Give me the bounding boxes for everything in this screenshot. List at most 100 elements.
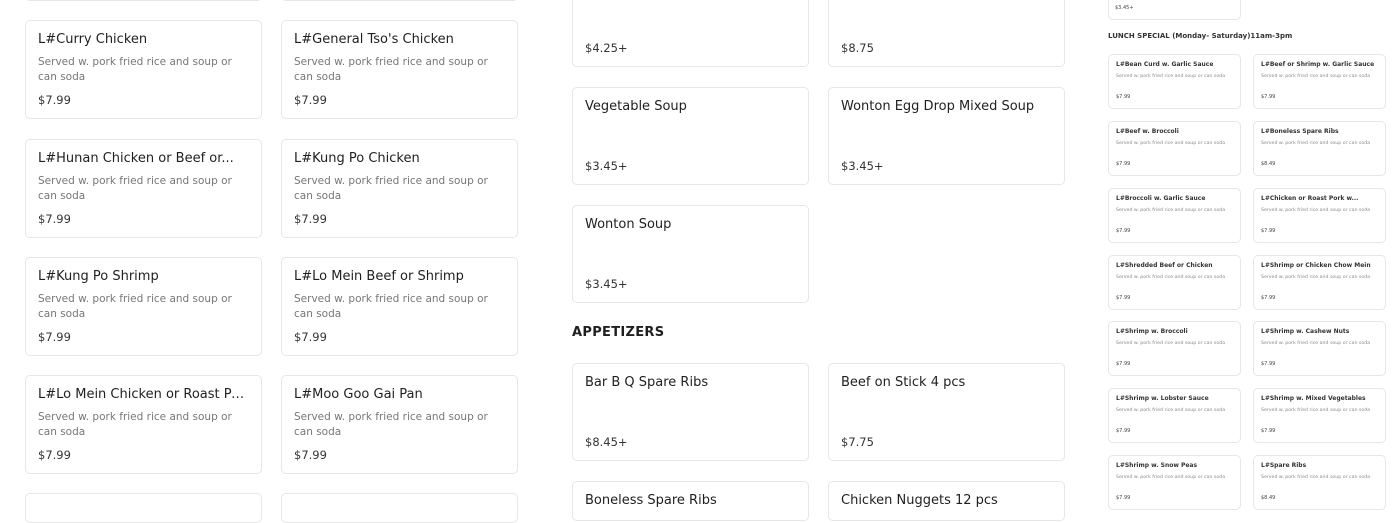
item-price: $7.75	[841, 435, 874, 449]
item-title: L#Boneless Spare Ribs	[1261, 128, 1339, 135]
item-price: $7.99	[1261, 361, 1276, 367]
menu-item-card[interactable]: L#Shrimp w. Broccoli Served w. pork frie…	[1108, 321, 1241, 376]
menu-item-card[interactable]: L#Lo Mein Beef or Shrimp Served w. pork …	[281, 257, 518, 356]
menu-item-card[interactable]: L#General Tso's Chicken Served w. pork f…	[281, 20, 518, 119]
menu-item-card[interactable]: L#Hunan Chicken or Beef or... Served w. …	[25, 139, 262, 238]
item-price: $7.99	[38, 448, 71, 462]
item-price: $7.99	[294, 212, 327, 226]
item-title: Beef on Stick 4 pcs	[841, 375, 966, 390]
item-title: L#Moo Goo Gai Pan	[294, 387, 423, 402]
menu-item-card[interactable]: Bar B Q Spare Ribs $8.45+	[572, 363, 809, 461]
menu-item-card[interactable]: Vegetable Soup $3.45+	[572, 87, 809, 185]
item-title: L#Shrimp w. Mixed Vegetables	[1261, 395, 1366, 402]
menu-item-card[interactable]: $8.75	[828, 0, 1065, 67]
item-title: L#Lo Mein Beef or Shrimp	[294, 269, 464, 284]
menu-item-card[interactable]: L#Shrimp w. Mixed Vegetables Served w. p…	[1253, 388, 1386, 443]
item-title: L#Shredded Beef or Chicken	[1116, 262, 1213, 269]
item-title: L#Shrimp w. Snow Peas	[1116, 462, 1198, 469]
item-title: L#Shrimp w. Cashew Nuts	[1261, 328, 1350, 335]
item-title: L#Shrimp w. Broccoli	[1116, 328, 1188, 335]
item-title: L#Kung Po Shrimp	[38, 269, 159, 284]
menu-item-card[interactable]	[25, 0, 262, 1]
item-price: $7.99	[1116, 495, 1131, 501]
item-price: $3.45+	[585, 277, 628, 291]
item-description: Served w. pork fried rice and soup or ca…	[1261, 341, 1371, 346]
menu-item-card[interactable]: Wonton Egg Drop Mixed Soup $3.45+	[828, 87, 1065, 185]
item-description: Served w. pork fried rice and soup or ca…	[294, 56, 488, 83]
item-price: $3.45+	[841, 159, 884, 173]
item-title: L#Chicken or Roast Pork w...	[1261, 195, 1359, 202]
item-description: Served w. pork fried rice and soup or ca…	[1116, 475, 1226, 480]
menu-item-card[interactable]: L#Lo Mein Chicken or Roast Pork Served w…	[25, 375, 262, 474]
item-description: Served w. pork fried rice and soup or ca…	[294, 175, 488, 202]
item-title: L#Spare Ribs	[1261, 462, 1307, 469]
menu-item-card[interactable]: L#Curry Chicken Served w. pork fried ric…	[25, 20, 262, 119]
item-description: Served w. pork fried rice and soup or ca…	[38, 56, 232, 83]
item-title: L#Kung Po Chicken	[294, 151, 420, 166]
item-price: $7.99	[38, 212, 71, 226]
item-description: Served w. pork fried rice and soup or ca…	[1116, 408, 1226, 413]
item-description: Served w. pork fried rice and soup or ca…	[1261, 408, 1371, 413]
item-price: $7.99	[1116, 428, 1131, 434]
item-price: $7.99	[38, 93, 71, 107]
item-title: Wonton Egg Drop Mixed Soup	[841, 99, 1035, 114]
menu-item-card[interactable]: L#Kung Po Chicken Served w. pork fried r…	[281, 139, 518, 238]
menu-item-card[interactable]: L#Shrimp or Chicken Chow Mein Served w. …	[1253, 255, 1386, 310]
menu-item-card[interactable]: L#Spare Ribs Served w. pork fried rice a…	[1253, 455, 1386, 510]
menu-item-card[interactable]	[25, 493, 262, 523]
item-price: $7.99	[1261, 94, 1276, 100]
item-title: L#Curry Chicken	[38, 32, 148, 47]
menu-item-card[interactable]: Boneless Spare Ribs	[572, 481, 809, 521]
item-title: L#Hunan Chicken or Beef or...	[38, 151, 234, 166]
item-title: L#Bean Curd w. Garlic Sauce	[1116, 61, 1214, 68]
item-description: Served w. pork fried rice and soup or ca…	[1116, 208, 1226, 213]
menu-item-card[interactable]: Beef on Stick 4 pcs $7.75	[828, 363, 1065, 461]
section-heading-appetizers: APPETIZERS	[572, 325, 665, 340]
item-title: L#Beef w. Broccoli	[1116, 128, 1179, 135]
menu-item-card[interactable]	[281, 493, 518, 523]
menu-item-card[interactable]: L#Shrimp w. Snow Peas Served w. pork fri…	[1108, 455, 1241, 510]
menu-item-card[interactable]: L#Kung Po Shrimp Served w. pork fried ri…	[25, 257, 262, 356]
menu-item-card[interactable]: L#Shrimp w. Cashew Nuts Served w. pork f…	[1253, 321, 1386, 376]
item-title: L#General Tso's Chicken	[294, 32, 454, 47]
menu-item-card[interactable]: L#Bean Curd w. Garlic Sauce Served w. po…	[1108, 54, 1241, 109]
item-price: $3.45+	[585, 159, 628, 173]
item-price: $7.99	[294, 448, 327, 462]
item-title: Boneless Spare Ribs	[585, 493, 717, 508]
item-price: $7.99	[1261, 228, 1276, 234]
menu-item-card[interactable]: L#Moo Goo Gai Pan Served w. pork fried r…	[281, 375, 518, 474]
item-title: Bar B Q Spare Ribs	[585, 375, 709, 390]
menu-item-card[interactable]	[281, 0, 518, 1]
item-price: $7.99	[38, 330, 71, 344]
item-description: Served w. pork fried rice and soup or ca…	[38, 411, 232, 438]
menu-item-card[interactable]: Chicken Nuggets 12 pcs	[828, 481, 1065, 521]
item-price: $7.99	[1116, 161, 1131, 167]
menu-item-card[interactable]: L#Boneless Spare Ribs Served w. pork fri…	[1253, 121, 1386, 176]
item-price: $7.99	[1116, 361, 1131, 367]
item-description: Served w. pork fried rice and soup or ca…	[1261, 74, 1371, 79]
menu-item-card[interactable]: $4.25+	[572, 0, 809, 67]
item-title: Chicken Nuggets 12 pcs	[841, 493, 998, 508]
menu-item-card[interactable]: L#Chicken or Roast Pork w... Served w. p…	[1253, 188, 1386, 243]
menu-item-card[interactable]: L#Shrimp w. Lobster Sauce Served w. pork…	[1108, 388, 1241, 443]
item-description: Served w. pork fried rice and soup or ca…	[294, 411, 488, 438]
item-description: Served w. pork fried rice and soup or ca…	[1116, 74, 1226, 79]
item-price: $7.99	[1116, 94, 1131, 100]
item-price: $7.99	[1261, 295, 1276, 301]
item-price: $8.49	[1261, 495, 1276, 501]
item-price: $3.45+	[1115, 5, 1134, 11]
menu-item-card[interactable]: Wonton Soup $3.45+	[572, 205, 809, 303]
item-price: $7.99	[1261, 428, 1276, 434]
menu-item-card[interactable]: L#Broccoli w. Garlic Sauce Served w. por…	[1108, 188, 1241, 243]
item-description: Served w. pork fried rice and soup or ca…	[1116, 341, 1226, 346]
item-price: $7.99	[294, 330, 327, 344]
item-title: L#Broccoli w. Garlic Sauce	[1116, 195, 1206, 202]
menu-item-card[interactable]: L#Beef w. Broccoli Served w. pork fried …	[1108, 121, 1241, 176]
item-price: $8.45+	[585, 435, 628, 449]
item-price: $7.99	[294, 93, 327, 107]
item-description: Served w. pork fried rice and soup or ca…	[1116, 141, 1226, 146]
menu-item-card[interactable]: L#Beef or Shrimp w. Garlic Sauce Served …	[1253, 54, 1386, 109]
item-description: Served w. pork fried rice and soup or ca…	[38, 175, 232, 202]
item-description: Served w. pork fried rice and soup or ca…	[1261, 141, 1371, 146]
menu-item-card[interactable]: L#Shredded Beef or Chicken Served w. por…	[1108, 255, 1241, 310]
